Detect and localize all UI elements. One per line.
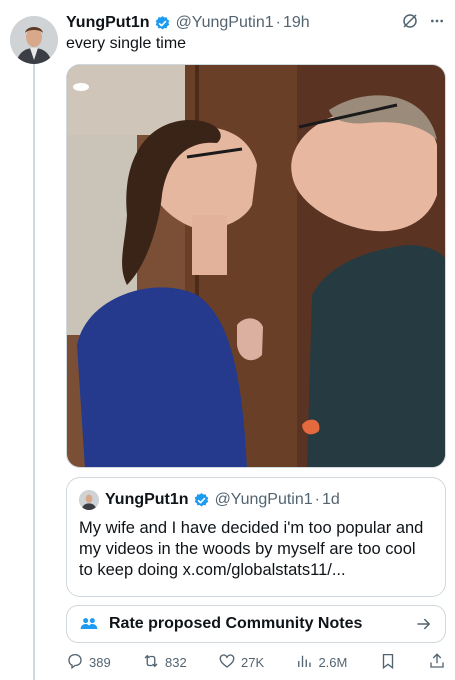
quote-avatar[interactable] xyxy=(79,490,99,510)
verified-badge-icon xyxy=(193,492,210,509)
quote-text: My wife and I have decided i'm too popul… xyxy=(79,519,424,579)
separator: · xyxy=(314,491,320,508)
grok-icon[interactable] xyxy=(401,12,419,35)
repost-count: 832 xyxy=(165,654,187,670)
timestamp[interactable]: 19h xyxy=(283,14,310,32)
reply-icon xyxy=(66,652,84,673)
quote-timestamp[interactable]: 1d xyxy=(322,491,340,509)
views-count: 2.6M xyxy=(318,654,348,670)
more-icon[interactable] xyxy=(429,13,445,34)
share-button[interactable] xyxy=(428,652,446,673)
quote-display-name[interactable]: YungPut1n xyxy=(105,491,189,509)
handle[interactable]: @YungPutin1 xyxy=(176,14,274,32)
separator: · xyxy=(275,14,281,31)
verified-badge-icon xyxy=(154,15,171,32)
bookmark-button[interactable] xyxy=(379,652,397,673)
community-notes-icon xyxy=(79,614,99,634)
tweet-text: every single time xyxy=(66,35,187,52)
views-icon xyxy=(295,652,313,673)
quote-handle[interactable]: @YungPutin1 xyxy=(215,491,313,509)
repost-icon xyxy=(142,652,160,673)
reply-count: 389 xyxy=(89,654,111,670)
like-count: 27K xyxy=(241,654,265,670)
thread-line xyxy=(33,62,35,680)
like-icon xyxy=(218,652,236,673)
reply-button[interactable]: 389 xyxy=(66,652,111,673)
community-notes-label: Rate proposed Community Notes xyxy=(109,615,363,632)
share-icon xyxy=(428,652,446,673)
like-button[interactable]: 27K xyxy=(218,652,264,673)
display-name[interactable]: YungPut1n xyxy=(66,14,150,32)
media-image[interactable] xyxy=(66,64,446,468)
tweet-header: YungPut1n @YungPutin1 · 19h xyxy=(66,12,445,34)
avatar[interactable] xyxy=(10,16,58,64)
repost-button[interactable]: 832 xyxy=(142,652,187,673)
views-button[interactable]: 2.6M xyxy=(295,652,347,673)
rate-community-notes-button[interactable]: Rate proposed Community Notes xyxy=(66,605,446,643)
action-bar: 389 832 27K 2.6M xyxy=(66,650,446,674)
quote-header: YungPut1n @YungPutin1 · 1d xyxy=(79,490,340,510)
arrow-right-icon xyxy=(415,615,433,633)
quoted-tweet[interactable]: YungPut1n @YungPutin1 · 1d My wife and I… xyxy=(66,477,446,597)
bookmark-icon xyxy=(379,652,397,673)
